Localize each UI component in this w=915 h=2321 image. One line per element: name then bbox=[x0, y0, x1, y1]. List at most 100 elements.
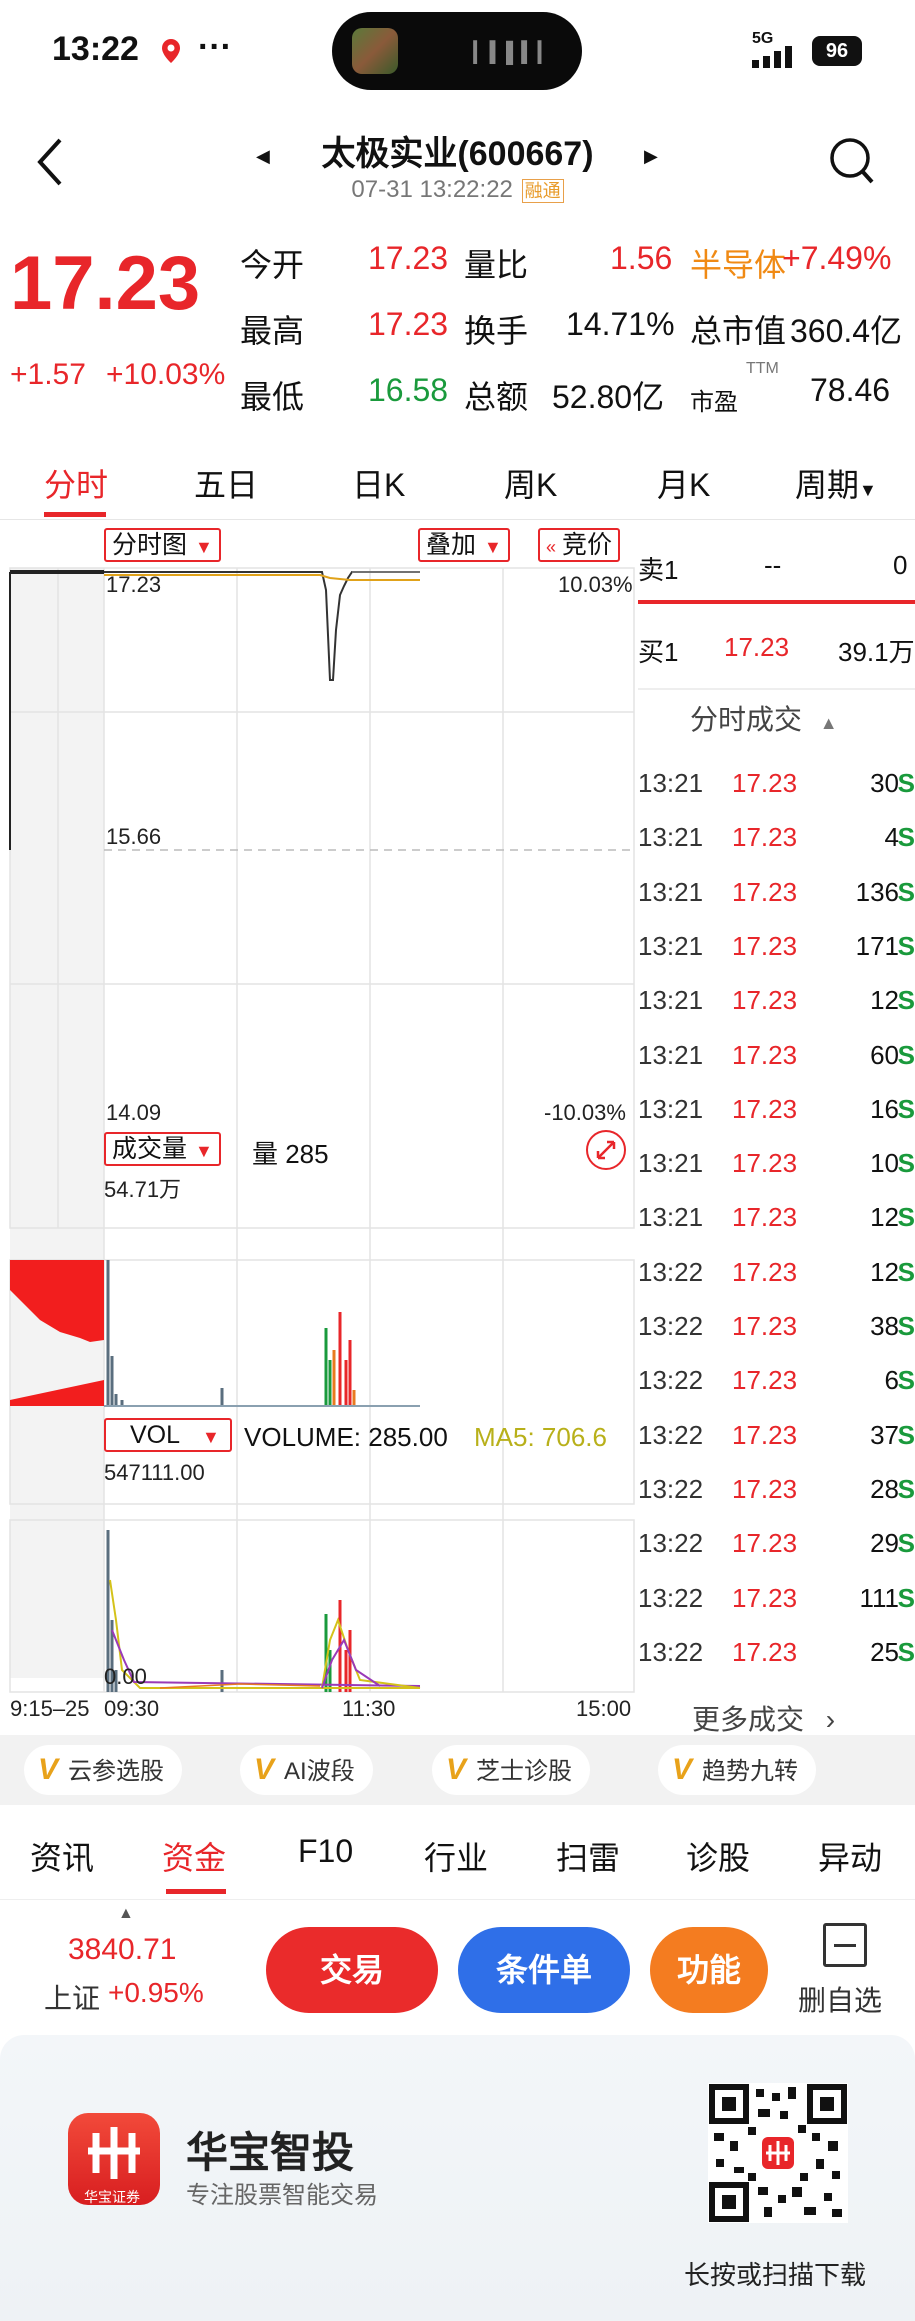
feature-ai-wave[interactable]: V AI波段 bbox=[240, 1745, 373, 1795]
remove-watchlist-icon[interactable] bbox=[823, 1923, 867, 1967]
tick-volume: 171 bbox=[855, 930, 899, 961]
tick-row: 13:21 17.23 136 S bbox=[638, 867, 915, 921]
price-axis-low: 14.09 bbox=[106, 1100, 162, 1125]
tick-volume: 12 bbox=[870, 985, 899, 1016]
ticks-header[interactable]: 分时成交 ▲ bbox=[690, 698, 838, 738]
chart-type-selector[interactable]: 分时图 ▼ bbox=[104, 528, 221, 562]
tab-period[interactable]: 周期▼ bbox=[795, 460, 877, 506]
signal-icon bbox=[752, 46, 800, 73]
tick-volume: 136 bbox=[855, 876, 899, 907]
tick-row: 13:21 17.23 60 S bbox=[638, 1030, 915, 1084]
auction-label: 竞价 bbox=[562, 531, 613, 559]
feature-cheese-diagnosis[interactable]: V 芝士诊股 bbox=[432, 1745, 591, 1795]
tab-five-day[interactable]: 五日 bbox=[194, 460, 258, 506]
volume-ratio-label: 量比 bbox=[464, 247, 529, 283]
quote-timestamp: 07-31 13:22:22 融通 bbox=[0, 176, 915, 204]
conditional-order-button[interactable]: 条件单 bbox=[458, 1927, 630, 2013]
indicator-volume: VOLUME: 285.00 bbox=[244, 1422, 448, 1452]
section-active-indicator bbox=[166, 1889, 226, 1894]
order-panel: 卖1 -- 0 买1 17.23 39.1万 分时成交 ▲ 13:21 17.23… bbox=[638, 520, 915, 1735]
scan-instruction: 长按或扫描下载 bbox=[684, 2260, 867, 2290]
tick-price: 17.23 bbox=[732, 1202, 798, 1233]
sector-name[interactable]: 半导体 bbox=[690, 240, 786, 286]
bottom-action-bar: ▲ 3840.71 上证 +0.95% 交易 条件单 功能 删自选 bbox=[0, 1905, 915, 2035]
tick-row: 13:22 17.23 37 S bbox=[638, 1410, 915, 1464]
tick-sell-flag: S bbox=[897, 1636, 915, 1667]
function-button[interactable]: 功能 bbox=[650, 1927, 768, 2013]
tick-price: 17.23 bbox=[732, 876, 798, 907]
tab-capital[interactable]: 资金 bbox=[162, 1833, 226, 1879]
chart-canvas bbox=[9, 567, 635, 1693]
pct-axis-low: -10.03% bbox=[544, 1100, 626, 1125]
low-value: 16.58 bbox=[368, 372, 449, 408]
chart-type-label: 分时图 bbox=[112, 531, 188, 559]
tick-volume: 12 bbox=[870, 1202, 899, 1233]
indicator-selector[interactable]: VOL ▼ bbox=[104, 1418, 232, 1452]
volume-indicator-selector[interactable]: 成交量 ▼ bbox=[104, 1132, 221, 1166]
search-icon[interactable] bbox=[826, 132, 876, 192]
more-ticks-label: 更多成交 bbox=[692, 1704, 805, 1735]
high-label: 最高 bbox=[240, 313, 305, 349]
tab-monthly-k[interactable]: 月K bbox=[657, 460, 710, 506]
tick-volume: 30 bbox=[870, 768, 899, 798]
tick-sell-flag: S bbox=[897, 985, 915, 1016]
price-axis-high: 17.23 bbox=[106, 572, 162, 597]
qr-code[interactable] bbox=[708, 2083, 848, 2223]
last-price: 17.23 bbox=[10, 241, 201, 326]
tick-time: 13:22 bbox=[638, 1256, 704, 1287]
feature-label: AI波段 bbox=[284, 1758, 355, 1785]
tick-price: 17.23 bbox=[732, 1473, 798, 1504]
tab-diagnosis[interactable]: 诊股 bbox=[686, 1833, 750, 1879]
index-value[interactable]: 3840.71 bbox=[68, 1933, 176, 1967]
tick-sell-flag: S bbox=[897, 1528, 915, 1559]
tick-sell-flag: S bbox=[897, 822, 915, 853]
tab-intraday[interactable]: 分时 bbox=[44, 460, 108, 506]
intraday-chart[interactable]: 分时图 ▼ 叠加 ▼ «竞价 17.23 15.66 14.09 10.03% -1… bbox=[0, 520, 638, 1730]
amount-value: 52.80亿 bbox=[552, 379, 665, 415]
tick-price: 17.23 bbox=[732, 1093, 798, 1124]
tab-daily-k[interactable]: 日K bbox=[352, 460, 405, 506]
price-axis-mid: 15.66 bbox=[106, 824, 162, 849]
tick-volume: 25 bbox=[870, 1636, 899, 1667]
tab-industry[interactable]: 行业 bbox=[424, 1833, 488, 1879]
tick-time: 13:22 bbox=[638, 1582, 704, 1613]
tick-sell-flag: S bbox=[897, 1202, 915, 1233]
overlay-selector[interactable]: 叠加 ▼ bbox=[418, 528, 510, 562]
chevron-up-icon: ▲ bbox=[819, 713, 838, 733]
tab-anomaly[interactable]: 异动 bbox=[818, 1833, 882, 1879]
tick-volume: 37 bbox=[870, 1419, 899, 1450]
amount-label: 总额 bbox=[464, 379, 529, 415]
tab-weekly-k[interactable]: 周K bbox=[504, 460, 557, 506]
tick-price: 17.23 bbox=[732, 768, 798, 798]
more-ticks-link[interactable]: 更多成交 › bbox=[692, 1698, 835, 1738]
remove-watchlist-label[interactable]: 删自选 bbox=[798, 1979, 882, 2019]
section-tabs: 资讯 资金 F10 行业 扫雷 诊股 异动 bbox=[0, 1805, 915, 1900]
time-axis-close: 15:00 bbox=[576, 1696, 632, 1721]
margin-badge: 融通 bbox=[521, 179, 564, 203]
next-stock-icon[interactable]: ▶ bbox=[644, 146, 658, 167]
tick-row: 13:22 17.23 111 S bbox=[638, 1573, 915, 1627]
chevron-right-icon: › bbox=[825, 1704, 836, 1735]
index-expand-icon[interactable]: ▲ bbox=[118, 1905, 134, 1923]
feature-trend-nine[interactable]: V 趋势九转 bbox=[658, 1745, 817, 1795]
tab-f10[interactable]: F10 bbox=[298, 1833, 353, 1870]
app-logo-caption: 华宝证券 bbox=[84, 2189, 140, 2205]
tab-news[interactable]: 资讯 bbox=[30, 1833, 94, 1879]
bid-label: 买1 bbox=[638, 637, 679, 667]
tick-sell-flag: S bbox=[897, 1148, 915, 1179]
datetime: 07-31 13:22:22 bbox=[351, 176, 513, 203]
tick-row: 13:22 17.23 12 S bbox=[638, 1247, 915, 1301]
fullscreen-icon[interactable] bbox=[586, 1130, 626, 1170]
tab-risk-scan[interactable]: 扫雷 bbox=[556, 1833, 620, 1879]
trade-button[interactable]: 交易 bbox=[266, 1927, 438, 2013]
turnover-label: 换手 bbox=[464, 313, 529, 349]
market-cap-value: 360.4亿 bbox=[790, 313, 903, 349]
tick-time: 13:21 bbox=[638, 1202, 704, 1233]
feature-cloud-picks[interactable]: V 云参选股 bbox=[24, 1745, 183, 1795]
pe-label: 市盈 bbox=[690, 389, 738, 416]
volume-ratio-value: 1.56 bbox=[610, 240, 673, 276]
high-value: 17.23 bbox=[368, 306, 449, 342]
tick-row: 13:22 17.23 38 S bbox=[638, 1301, 915, 1355]
auction-toggle[interactable]: «竞价 bbox=[538, 528, 621, 562]
download-banner[interactable]: 华宝证券 华宝智投 专注股票智能交易 长按或扫描下载 bbox=[0, 2035, 915, 2321]
